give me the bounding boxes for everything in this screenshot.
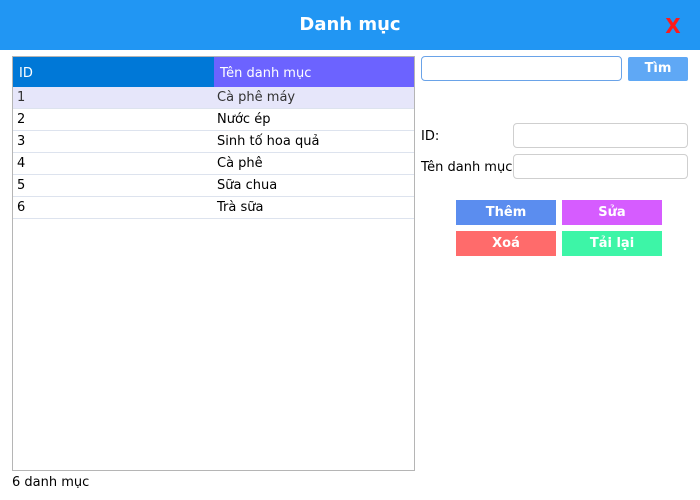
table-row[interactable]: 3 Sinh tố hoa quả <box>13 131 414 153</box>
cell-id: 1 <box>17 90 26 105</box>
cell-id: 5 <box>17 178 26 193</box>
category-name-field[interactable] <box>513 154 688 179</box>
close-button[interactable]: X <box>658 12 688 40</box>
cell-name: Cà phê <box>217 156 263 171</box>
reload-button[interactable]: Tải lại <box>562 231 662 256</box>
column-header-name[interactable]: Tên danh mục <box>214 57 414 87</box>
title-bar: Danh mục X <box>0 0 700 50</box>
table-row[interactable]: 5 Sữa chua <box>13 175 414 197</box>
cell-name: Nước ép <box>217 112 271 127</box>
cell-name: Sinh tố hoa quả <box>217 134 320 149</box>
cell-id: 6 <box>17 200 26 215</box>
search-button[interactable]: Tìm <box>628 57 688 81</box>
cell-name: Trà sữa <box>217 200 264 215</box>
table-row[interactable]: 6 Trà sữa <box>13 197 414 219</box>
delete-button[interactable]: Xoá <box>456 231 556 256</box>
edit-button[interactable]: Sửa <box>562 200 662 225</box>
category-window: Danh mục X ID Tên danh mục 1 Cà phê máy … <box>0 0 700 500</box>
category-name-label: Tên danh mục: <box>421 160 517 175</box>
table-row[interactable]: 2 Nước ép <box>13 109 414 131</box>
category-table[interactable]: ID Tên danh mục 1 Cà phê máy 2 Nước ép 3… <box>12 56 415 471</box>
search-input[interactable] <box>421 56 622 81</box>
column-header-id[interactable]: ID <box>13 57 214 87</box>
cell-name: Sữa chua <box>217 178 278 193</box>
id-label: ID: <box>421 129 440 144</box>
cell-id: 2 <box>17 112 26 127</box>
table-row[interactable]: 1 Cà phê máy <box>13 87 414 109</box>
table-body: 1 Cà phê máy 2 Nước ép 3 Sinh tố hoa quả… <box>13 87 414 219</box>
add-button[interactable]: Thêm <box>456 200 556 225</box>
cell-name: Cà phê máy <box>217 90 296 105</box>
id-field[interactable] <box>513 123 688 148</box>
table-row[interactable]: 4 Cà phê <box>13 153 414 175</box>
cell-id: 3 <box>17 134 26 149</box>
window-title: Danh mục <box>299 14 401 35</box>
cell-id: 4 <box>17 156 26 171</box>
status-count: 6 danh mục <box>12 475 90 490</box>
table-header: ID Tên danh mục <box>13 57 414 87</box>
